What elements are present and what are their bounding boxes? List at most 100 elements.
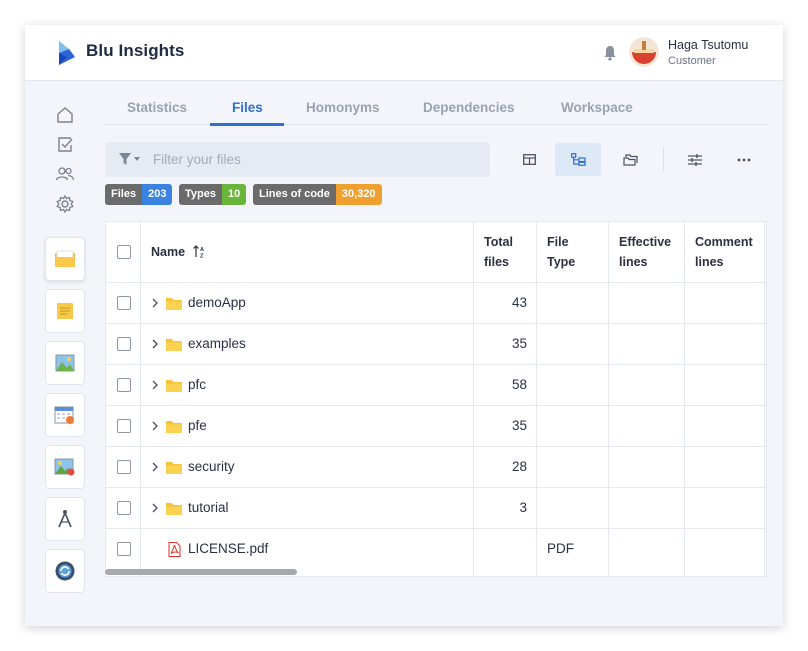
tab-bar: Statistics Files Homonyms Dependencies W… bbox=[105, 88, 767, 126]
pdf-icon bbox=[168, 542, 181, 557]
file-name[interactable]: examples bbox=[188, 336, 246, 351]
home-icon[interactable] bbox=[55, 105, 75, 125]
badge-files-value: 203 bbox=[142, 184, 173, 205]
tab-dependencies[interactable]: Dependencies bbox=[423, 100, 515, 115]
folder-icon bbox=[166, 339, 182, 351]
row-checkbox[interactable] bbox=[117, 460, 131, 474]
table-row[interactable]: security 28 bbox=[106, 446, 766, 487]
app-brand: Blu Insights bbox=[86, 41, 185, 60]
sticky-note-icon bbox=[57, 303, 73, 319]
filter-input[interactable] bbox=[153, 142, 483, 177]
app-tile-compass[interactable] bbox=[45, 497, 85, 541]
table-view-button[interactable] bbox=[506, 143, 552, 176]
app-tile-gallery[interactable] bbox=[45, 445, 85, 489]
tree-view-button[interactable] bbox=[555, 143, 601, 176]
chevron-right-icon[interactable] bbox=[151, 462, 159, 472]
image-icon bbox=[55, 354, 75, 372]
row-checkbox[interactable] bbox=[117, 378, 131, 392]
folder-icon bbox=[166, 462, 182, 474]
badge-types-key: Types bbox=[179, 184, 222, 205]
app-tile-calendar[interactable] bbox=[45, 393, 85, 437]
folder-icon bbox=[166, 380, 182, 392]
sort-icon[interactable]: A Z bbox=[192, 245, 207, 260]
table-row[interactable]: tutorial 3 bbox=[106, 487, 766, 528]
file-name[interactable]: tutorial bbox=[188, 500, 229, 515]
total-files: 35 bbox=[511, 336, 527, 351]
filter-icon[interactable] bbox=[119, 153, 143, 165]
header-effective-line2: lines bbox=[619, 255, 648, 269]
avatar[interactable] bbox=[629, 37, 659, 67]
files-table: Name A Z Total files File Type Effective… bbox=[105, 221, 767, 577]
chevron-right-icon[interactable] bbox=[151, 421, 159, 431]
app-tile-notes[interactable] bbox=[45, 289, 85, 333]
header-file-type[interactable]: File Type bbox=[547, 232, 575, 272]
checklist-icon[interactable] bbox=[55, 134, 75, 154]
select-all-checkbox[interactable] bbox=[117, 245, 131, 259]
chevron-right-icon[interactable] bbox=[151, 380, 159, 390]
chevron-right-icon[interactable] bbox=[151, 298, 159, 308]
calendar-icon bbox=[54, 406, 74, 424]
header-total-files[interactable]: Total files bbox=[484, 232, 513, 272]
active-tab-indicator bbox=[210, 123, 284, 126]
svg-text:Z: Z bbox=[200, 254, 204, 259]
header-effective-lines[interactable]: Effective lines bbox=[619, 232, 671, 272]
app-tile-files[interactable] bbox=[45, 237, 85, 281]
header-name-label: Name bbox=[151, 245, 186, 259]
row-checkbox[interactable] bbox=[117, 296, 131, 310]
horizontal-scrollbar[interactable] bbox=[105, 569, 297, 575]
header-name[interactable]: Name A Z bbox=[151, 242, 207, 262]
more-options-button[interactable] bbox=[721, 143, 767, 176]
folders-icon bbox=[622, 153, 638, 166]
users-icon[interactable] bbox=[55, 164, 75, 184]
gallery-icon bbox=[54, 458, 75, 476]
file-name[interactable]: pfc bbox=[188, 377, 206, 392]
table-row[interactable]: pfc 58 bbox=[106, 364, 766, 405]
header-file-type-line1: File bbox=[547, 235, 569, 249]
settings-sliders-button[interactable] bbox=[672, 143, 718, 176]
tree-icon bbox=[570, 153, 586, 166]
file-name[interactable]: security bbox=[188, 459, 235, 474]
table-row[interactable]: pfe 35 bbox=[106, 405, 766, 446]
bell-icon[interactable] bbox=[603, 45, 617, 61]
total-files: 43 bbox=[511, 295, 527, 310]
tab-statistics[interactable]: Statistics bbox=[127, 100, 187, 115]
header-effective-line1: Effective bbox=[619, 235, 672, 249]
file-name[interactable]: demoApp bbox=[188, 295, 246, 310]
tab-workspace[interactable]: Workspace bbox=[561, 100, 633, 115]
folders-view-button[interactable] bbox=[607, 143, 653, 176]
row-checkbox[interactable] bbox=[117, 337, 131, 351]
chevron-right-icon[interactable] bbox=[151, 503, 159, 513]
app-tile-sync[interactable] bbox=[45, 549, 85, 593]
tab-files[interactable]: Files bbox=[232, 100, 263, 115]
compass-icon bbox=[58, 510, 72, 528]
table-row[interactable]: examples 35 bbox=[106, 323, 766, 364]
file-name[interactable]: LICENSE.pdf bbox=[188, 541, 268, 556]
toolbar-divider bbox=[663, 147, 664, 172]
app-window: Blu Insights Haga Tsutomu Customer Stati… bbox=[25, 25, 783, 626]
filter-bar bbox=[105, 142, 490, 177]
badge-files-key: Files bbox=[105, 184, 143, 205]
row-checkbox[interactable] bbox=[117, 542, 131, 556]
table-row[interactable]: LICENSE.pdf PDF bbox=[106, 528, 766, 569]
table-row[interactable]: demoApp 43 bbox=[106, 282, 766, 323]
badge-loc-key: Lines of code bbox=[253, 184, 336, 205]
chevron-right-icon[interactable] bbox=[151, 339, 159, 349]
row-checkbox[interactable] bbox=[117, 419, 131, 433]
top-bar: Blu Insights Haga Tsutomu Customer bbox=[25, 25, 783, 81]
file-name[interactable]: pfe bbox=[188, 418, 207, 433]
svg-text:A: A bbox=[200, 247, 204, 253]
app-tile-image[interactable] bbox=[45, 341, 85, 385]
header-total-files-line2: files bbox=[484, 255, 510, 269]
header-comment-line2: lines bbox=[695, 255, 724, 269]
total-files: 28 bbox=[511, 459, 527, 474]
folder-icon bbox=[166, 503, 182, 515]
table-icon bbox=[522, 154, 536, 165]
badge-files: Files 203 bbox=[105, 184, 173, 205]
user-name[interactable]: Haga Tsutomu bbox=[668, 38, 748, 52]
more-icon bbox=[737, 158, 751, 161]
tab-homonyms[interactable]: Homonyms bbox=[306, 100, 380, 115]
row-checkbox[interactable] bbox=[117, 501, 131, 515]
blu-insights-logo[interactable] bbox=[57, 39, 77, 67]
gear-icon[interactable] bbox=[55, 194, 75, 214]
header-comment-lines[interactable]: Comment lines bbox=[695, 232, 753, 272]
